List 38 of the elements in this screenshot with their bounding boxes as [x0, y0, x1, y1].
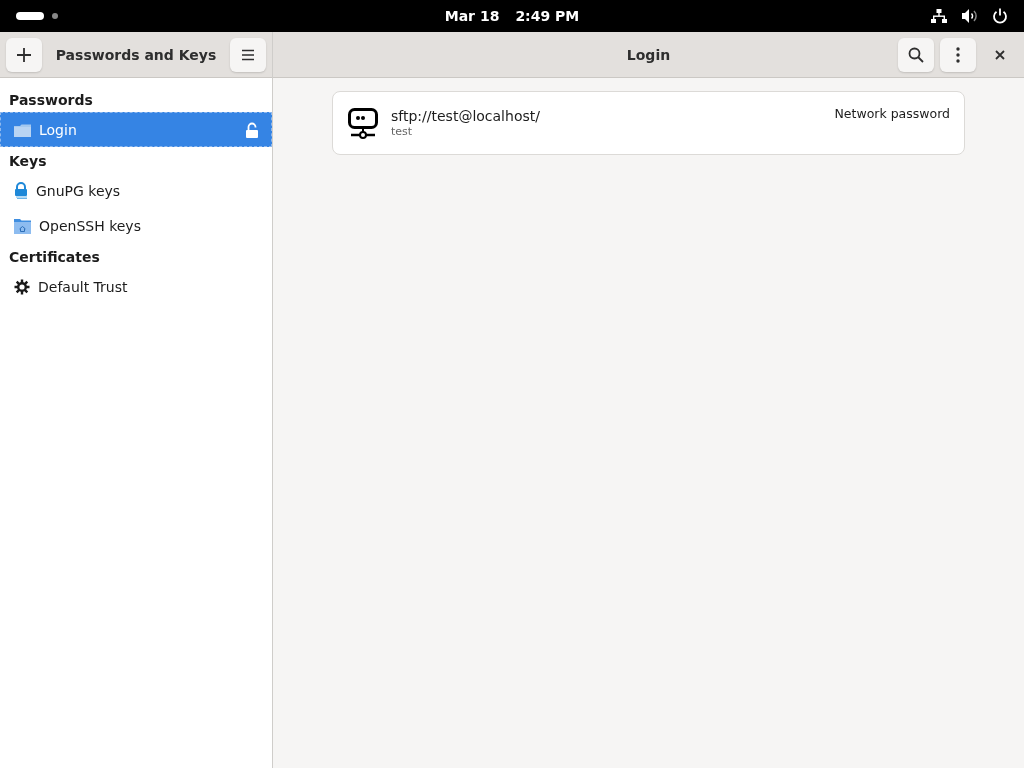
padlock-icon[interactable] — [246, 121, 258, 138]
padlock-icon — [14, 182, 28, 199]
section-heading: Passwords — [8, 91, 94, 110]
plus-icon — [16, 46, 32, 63]
network-icon[interactable] — [931, 8, 947, 24]
menu-button[interactable] — [230, 37, 266, 72]
entry-type: Network password — [834, 106, 950, 121]
section-heading: Certificates — [8, 248, 101, 267]
sidebar-item[interactable]: Login — [0, 112, 272, 147]
workspace-dot-icon[interactable] — [52, 13, 58, 19]
sidebar-item[interactable]: OpenSSH keys — [0, 208, 272, 243]
power-icon[interactable] — [992, 8, 1008, 24]
window-title: Login — [626, 46, 671, 63]
more-options-button[interactable] — [940, 38, 976, 72]
app-title: Passwords and Keys — [55, 46, 217, 63]
search-icon — [908, 47, 924, 63]
entry-name: sftp://test@localhost/ — [391, 108, 541, 124]
search-button[interactable] — [898, 38, 934, 72]
home-folder-icon — [14, 217, 31, 234]
item-label: Default Trust — [38, 278, 129, 295]
entry-username: test — [391, 125, 414, 138]
gear-icon — [14, 278, 30, 295]
section-heading: Keys — [8, 152, 48, 171]
time-text[interactable]: 2:49 PM — [515, 8, 580, 24]
workspace-indicator-icon[interactable] — [16, 12, 44, 20]
item-label: OpenSSH keys — [39, 217, 142, 234]
item-label: Login — [39, 121, 78, 138]
date-text[interactable]: Mar 18 — [444, 8, 500, 24]
kebab-menu-icon — [956, 47, 960, 63]
volume-icon[interactable] — [961, 8, 978, 24]
folder-icon — [14, 122, 31, 137]
sidebar-item[interactable]: Default Trust — [0, 269, 272, 304]
sidebar-item[interactable]: GnuPG keys — [0, 173, 272, 208]
close-icon — [995, 50, 1005, 60]
add-button[interactable] — [6, 37, 42, 72]
item-label: GnuPG keys — [36, 182, 122, 199]
network-server-icon — [347, 107, 379, 139]
password-entry-card[interactable]: sftp://test@localhost/ test Network password — [332, 91, 965, 155]
